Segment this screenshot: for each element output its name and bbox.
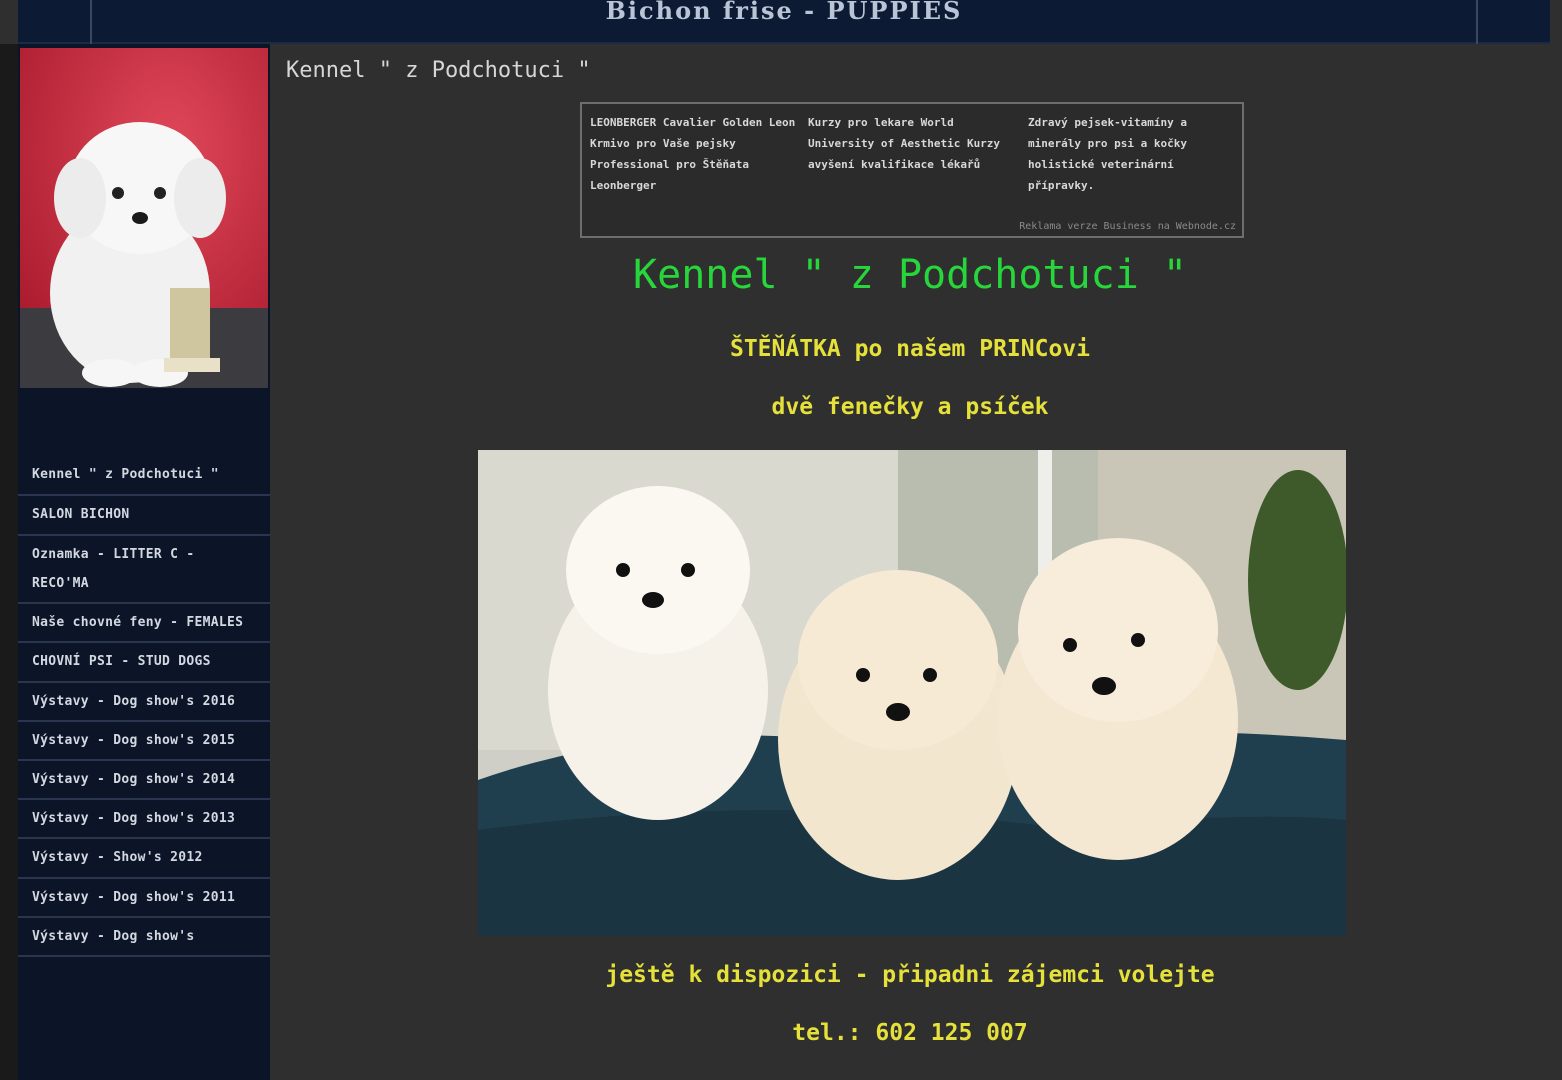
ad-footer-link[interactable]: Reklama verze Business na Webnode.cz: [1019, 221, 1236, 232]
sidebar-item-stud-dogs[interactable]: CHOVNÍ PSI - STUD DOGS: [18, 643, 270, 683]
main-content: Kennel " z Podchotuci " LEONBERGER Caval…: [270, 44, 1550, 1080]
ad-link-2[interactable]: Kurzy pro lekare World University of Aes…: [808, 112, 1018, 175]
sidebar-item-females[interactable]: Naše chovné feny - FEMALES: [18, 604, 270, 643]
sidebar-item-shows-2016[interactable]: Výstavy - Dog show's 2016: [18, 683, 270, 722]
three-puppies-photo-icon: [478, 450, 1346, 936]
sidebar-item-shows-2011[interactable]: Výstavy - Dog show's 2011: [18, 879, 270, 918]
site-title: Bichon frise - PUPPIES: [605, 0, 963, 25]
bichon-puppy-photo-icon: [20, 48, 268, 388]
sidebar: Kennel " z Podchotuci " SALON BICHON Ozn…: [18, 44, 270, 1080]
puppies-description: dvě fenečky a psíček: [771, 394, 1049, 420]
kennel-heading: Kennel " z Podchotuci ": [633, 252, 1187, 298]
ad-link-1[interactable]: LEONBERGER Cavalier Golden Leon Krmivo p…: [590, 112, 800, 196]
ad-link-3[interactable]: Zdravý pejsek-vitamíny a minerály pro ps…: [1028, 112, 1238, 196]
sidebar-item-shows-2013[interactable]: Výstavy - Dog show's 2013: [18, 800, 270, 839]
sidebar-item-kennel[interactable]: Kennel " z Podchotuci ": [18, 456, 270, 496]
sidebar-item-shows-2014[interactable]: Výstavy - Dog show's 2014: [18, 761, 270, 800]
sidebar-item-shows[interactable]: Výstavy - Dog show's: [18, 918, 270, 957]
sidebar-item-salon[interactable]: SALON BICHON: [18, 496, 270, 536]
left-margin: [0, 44, 18, 1080]
sidebar-item-shows-2015[interactable]: Výstavy - Dog show's 2015: [18, 722, 270, 761]
main-nav: Kennel " z Podchotuci " SALON BICHON Ozn…: [18, 456, 270, 957]
ad-box: LEONBERGER Cavalier Golden Leon Krmivo p…: [580, 102, 1244, 238]
sidebar-item-litter[interactable]: Oznamka - LITTER C - RECO'MA: [18, 536, 270, 604]
page-title: Kennel " z Podchotuci ": [286, 58, 591, 83]
availability-text: ještě k dispozici - připadni zájemci vol…: [605, 962, 1215, 988]
puppies-subtitle: ŠTĚŇÁTKA po našem PRINCovi: [729, 336, 1091, 362]
top-banner: Bichon frise - PUPPIES: [18, 0, 1550, 44]
phone-number: tel.: 602 125 007: [792, 1020, 1028, 1046]
sidebar-item-shows-2012[interactable]: Výstavy - Show's 2012: [18, 839, 270, 879]
